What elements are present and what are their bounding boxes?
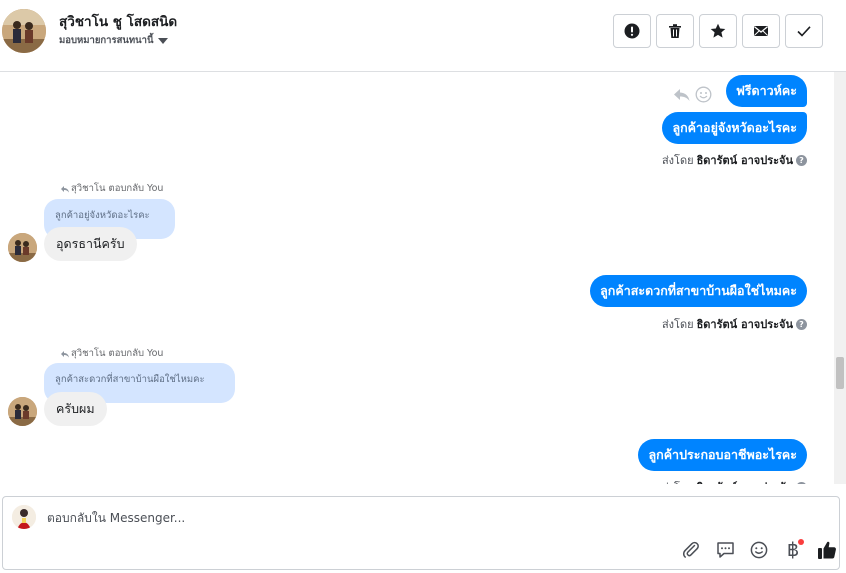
caret-down-icon	[157, 37, 168, 44]
help-icon[interactable]: ?	[796, 154, 807, 166]
thumbs-up-icon	[818, 541, 836, 559]
mark-done-button[interactable]	[785, 14, 823, 48]
spam-button[interactable]	[613, 14, 651, 48]
message-list-scrollbar[interactable]	[834, 72, 846, 484]
notification-dot	[798, 539, 804, 545]
reply-meta-text: สุวิชาโน ตอบกลับ You	[71, 348, 164, 359]
sent-by-prefix: ส่งโดย	[661, 318, 694, 331]
envelope-icon	[754, 26, 768, 36]
contact-avatar[interactable]	[2, 9, 46, 53]
quick-reply-icon	[716, 542, 734, 558]
alert-circle-icon	[624, 23, 640, 39]
sent-by-name: ธิดารัตน์ อาจประจัน	[696, 154, 793, 167]
help-icon[interactable]: ?	[796, 481, 807, 484]
reply-composer	[2, 496, 840, 570]
emoji-button[interactable]	[748, 539, 770, 561]
sender-avatar	[8, 233, 37, 262]
composer-tools	[680, 539, 838, 561]
emoji-icon	[750, 541, 768, 559]
assign-conversation-dropdown[interactable]: มอบหมายการสนทนานี้	[59, 33, 168, 48]
paperclip-icon	[682, 541, 699, 558]
scrollbar-thumb[interactable]	[836, 357, 844, 389]
outgoing-message[interactable]: ลูกค้าสะดวกที่สาขาบ้านผือใช่ไหมคะ	[590, 275, 807, 307]
payment-button[interactable]	[782, 539, 804, 561]
check-icon	[797, 26, 811, 37]
assign-label: มอบหมายการสนทนานี้	[59, 35, 154, 46]
incoming-message[interactable]: อุดรธานีครับ	[44, 227, 137, 261]
incoming-message[interactable]: ครับผม	[44, 392, 107, 426]
sent-by-label: ส่งโดย ธิดารัตน์ อาจประจัน ?	[662, 315, 807, 333]
outgoing-message[interactable]: ฟรีดาวห์คะ	[725, 75, 807, 107]
message-tools	[673, 86, 712, 103]
message-list[interactable]: ฟรีดาวห์คะ ลูกค้าอยู่จังหวัดอะไรคะ ส่งโด…	[0, 72, 834, 484]
header-actions	[613, 14, 823, 48]
contact-name: สุวิชาโน ชู โสดสนิด	[59, 14, 178, 30]
sent-by-name: ธิดารัตน์ อาจประจัน	[696, 318, 793, 331]
reply-meta: สุวิชาโน ตอบกลับ You	[61, 346, 163, 361]
emoji-reaction-icon[interactable]	[695, 86, 712, 103]
sent-by-name: ธิดารัตน์ อาจประจัน	[697, 478, 793, 484]
mark-unread-button[interactable]	[742, 14, 780, 48]
star-button[interactable]	[699, 14, 737, 48]
help-icon[interactable]: ?	[796, 318, 807, 330]
reply-input[interactable]	[47, 511, 647, 525]
sent-by-label: ส่งโดย ธิดารัตน์ อาจประจัน ?	[662, 478, 807, 484]
reply-meta: สุวิชาโน ตอบกลับ You	[61, 181, 163, 196]
page-avatar	[12, 505, 36, 529]
sender-avatar	[8, 397, 37, 426]
conversation-header: สุวิชาโน ชู โสดสนิด มอบหมายการสนทนานี้	[0, 0, 846, 72]
outgoing-message[interactable]: ลูกค้าประกอบอาชีพอะไรคะ	[638, 439, 807, 471]
sent-by-prefix: ส่งโดย	[661, 154, 694, 167]
reply-arrow-icon	[61, 185, 69, 192]
quick-reply-button[interactable]	[714, 539, 736, 561]
trash-icon	[669, 24, 681, 38]
attach-button[interactable]	[680, 539, 702, 561]
reply-arrow-icon	[61, 350, 69, 357]
sent-by-prefix: ส่งโดย	[662, 478, 694, 484]
sent-by-label: ส่งโดย ธิดารัตน์ อาจประจัน ?	[662, 151, 807, 169]
outgoing-message[interactable]: ลูกค้าอยู่จังหวัดอะไรคะ	[662, 112, 807, 144]
reply-icon[interactable]	[673, 87, 691, 103]
reply-meta-text: สุวิชาโน ตอบกลับ You	[71, 183, 164, 194]
like-button[interactable]	[816, 539, 838, 561]
star-icon	[710, 23, 726, 38]
delete-button[interactable]	[656, 14, 694, 48]
